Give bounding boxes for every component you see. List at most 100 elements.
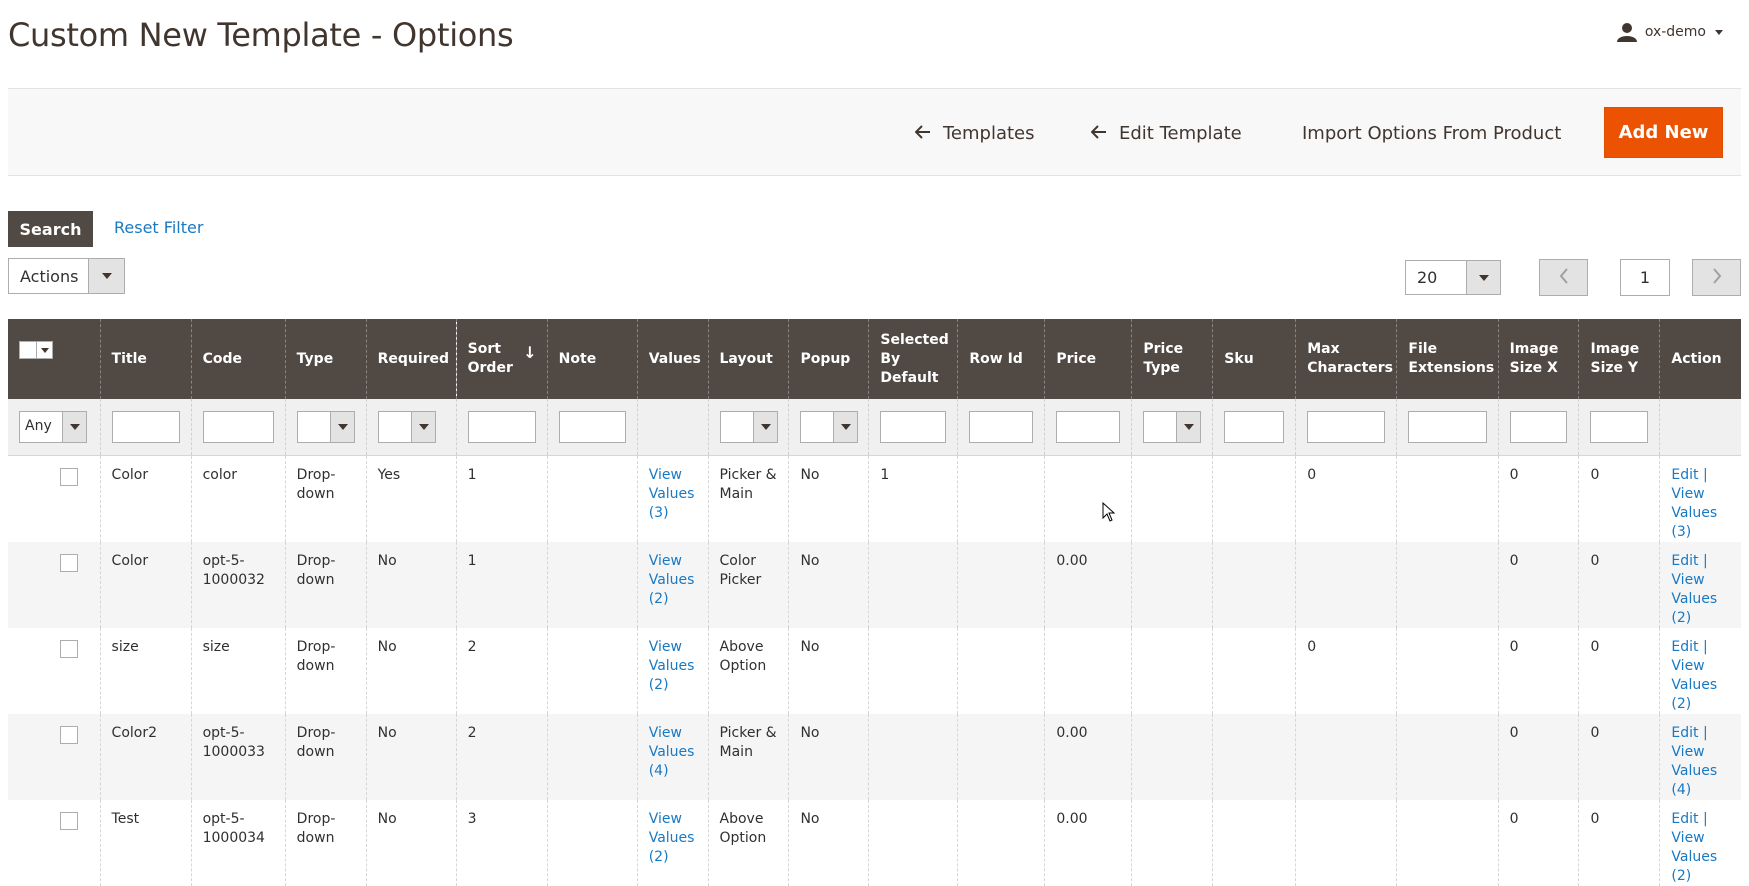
column-header-price-type[interactable]: Price Type (1131, 319, 1213, 399)
edit-link[interactable]: Edit (1671, 725, 1698, 741)
row-checkbox[interactable] (60, 639, 78, 658)
cell-price-type (1131, 713, 1213, 800)
cell-sku (1212, 455, 1296, 542)
cell-image-size-x: 0 (1497, 541, 1579, 628)
layout-filter-select[interactable] (719, 410, 778, 443)
mass-actions-select[interactable]: Actions (8, 258, 125, 294)
popup-filter-select[interactable] (800, 410, 859, 443)
sku-filter-input[interactable] (1224, 410, 1285, 443)
cell-max-characters (1295, 713, 1397, 800)
column-header-layout[interactable]: Layout (707, 319, 789, 399)
column-header-sku[interactable]: Sku (1212, 319, 1296, 399)
table-row[interactable]: size size Drop-down No 2 View Values (2)… (8, 627, 1741, 714)
cell-max-characters: 0 (1295, 627, 1397, 714)
table-row[interactable]: Color color Drop-down Yes 1 View Values … (8, 455, 1741, 542)
search-button[interactable]: Search (8, 211, 93, 247)
edit-link[interactable]: Edit (1671, 811, 1698, 827)
chevron-left-icon (1559, 267, 1569, 288)
row-checkbox[interactable] (60, 467, 78, 486)
column-header-action: Action (1659, 319, 1741, 399)
view-values-link[interactable]: View Values (2) (649, 639, 695, 693)
column-header-max-characters[interactable]: Max Characters (1295, 319, 1397, 399)
table-row[interactable]: Color opt-5-1000032 Drop-down No 1 View … (8, 541, 1741, 628)
chevron-down-icon (1714, 27, 1724, 37)
file-extensions-filter-input[interactable] (1408, 410, 1487, 443)
cell-code: opt-5-1000034 (190, 799, 286, 886)
column-header-price[interactable]: Price (1044, 319, 1132, 399)
cell-type: Drop-down (284, 713, 367, 800)
max-characters-filter-input[interactable] (1307, 410, 1386, 443)
price-type-filter-select[interactable] (1143, 410, 1202, 443)
view-values-action-link[interactable]: View Values (2) (1671, 658, 1717, 712)
type-filter-select[interactable] (296, 410, 355, 443)
column-header-title[interactable]: Title (99, 319, 192, 399)
sort-order-filter-input[interactable] (467, 410, 536, 443)
table-row[interactable]: Test opt-5-1000034 Drop-down No 3 View V… (8, 799, 1741, 886)
import-options-button[interactable]: Import Options From Product (1302, 89, 1561, 177)
column-header-sort-order[interactable]: Sort Order ↓ (455, 319, 548, 399)
column-header-code[interactable]: Code (190, 319, 286, 399)
view-values-link[interactable]: View Values (3) (649, 467, 695, 521)
image-size-y-filter-input[interactable] (1590, 410, 1649, 443)
row-checkbox[interactable] (60, 811, 78, 830)
selected-by-default-filter-input[interactable] (880, 410, 947, 443)
add-new-button[interactable]: Add New (1604, 107, 1723, 158)
per-page-select[interactable]: 20 (1405, 260, 1501, 295)
edit-link[interactable]: Edit (1671, 639, 1698, 655)
column-header-image-size-x[interactable]: Image Size X (1497, 319, 1579, 399)
view-values-action-link[interactable]: View Values (3) (1671, 486, 1717, 540)
cell-sku (1212, 713, 1296, 800)
edit-template-back-button[interactable]: Edit Template (1090, 89, 1242, 177)
mass-select-filter[interactable]: Any (19, 410, 87, 443)
column-header-image-size-y[interactable]: Image Size Y (1578, 319, 1660, 399)
cell-image-size-x: 0 (1497, 455, 1579, 542)
column-header-note[interactable]: Note (546, 319, 638, 399)
view-values-link[interactable]: View Values (2) (649, 553, 695, 607)
column-header-row-id[interactable]: Row Id (957, 319, 1045, 399)
next-page-button[interactable] (1692, 259, 1741, 296)
required-filter-select[interactable] (377, 410, 436, 443)
cell-row-id (957, 541, 1045, 628)
column-header-type[interactable]: Type (284, 319, 367, 399)
row-checkbox[interactable] (60, 553, 78, 572)
user-name: ox-demo (1644, 24, 1706, 40)
column-header-file-extensions[interactable]: File Extensions (1396, 319, 1499, 399)
reset-filter-link[interactable]: Reset Filter (114, 218, 203, 237)
view-values-action-link[interactable]: View Values (4) (1671, 744, 1717, 798)
view-values-link[interactable]: View Values (2) (649, 811, 695, 865)
row-checkbox[interactable] (60, 725, 78, 744)
table-row[interactable]: Color2 opt-5-1000033 Drop-down No 2 View… (8, 713, 1741, 800)
cell-image-size-y: 0 (1578, 541, 1660, 628)
cell-image-size-y: 0 (1578, 455, 1660, 542)
mass-select-checkbox[interactable] (19, 341, 53, 359)
current-page-input[interactable]: 1 (1620, 259, 1670, 296)
price-filter-input[interactable] (1056, 410, 1121, 443)
mass-select-header[interactable] (8, 319, 101, 399)
previous-page-button[interactable] (1539, 259, 1588, 296)
cell-layout: Above Option (707, 799, 789, 886)
view-values-action-link[interactable]: View Values (2) (1671, 830, 1717, 884)
column-header-popup[interactable]: Popup (788, 319, 869, 399)
view-values-link[interactable]: View Values (4) (649, 725, 695, 779)
column-header-selected-by-default[interactable]: Selected By Default (868, 319, 958, 399)
cell-row-id (957, 627, 1045, 714)
cell-row-id (957, 713, 1045, 800)
edit-link[interactable]: Edit (1671, 467, 1698, 483)
cell-title: Color (99, 455, 192, 542)
view-values-action-link[interactable]: View Values (2) (1671, 572, 1717, 626)
cell-image-size-y: 0 (1578, 713, 1660, 800)
code-filter-input[interactable] (202, 410, 274, 443)
arrow-left-icon (1090, 123, 1107, 144)
templates-back-button[interactable]: Templates (914, 89, 1035, 177)
edit-link[interactable]: Edit (1671, 553, 1698, 569)
cell-sku (1212, 799, 1296, 886)
column-header-values[interactable]: Values (636, 319, 709, 399)
column-header-required[interactable]: Required (365, 319, 457, 399)
row-id-filter-input[interactable] (969, 410, 1034, 443)
cell-code: opt-5-1000033 (190, 713, 286, 800)
user-menu[interactable]: ox-demo (1616, 22, 1724, 42)
title-filter-input[interactable] (111, 410, 180, 443)
cell-title: size (99, 627, 192, 714)
image-size-x-filter-input[interactable] (1509, 410, 1568, 443)
note-filter-input[interactable] (558, 410, 626, 443)
